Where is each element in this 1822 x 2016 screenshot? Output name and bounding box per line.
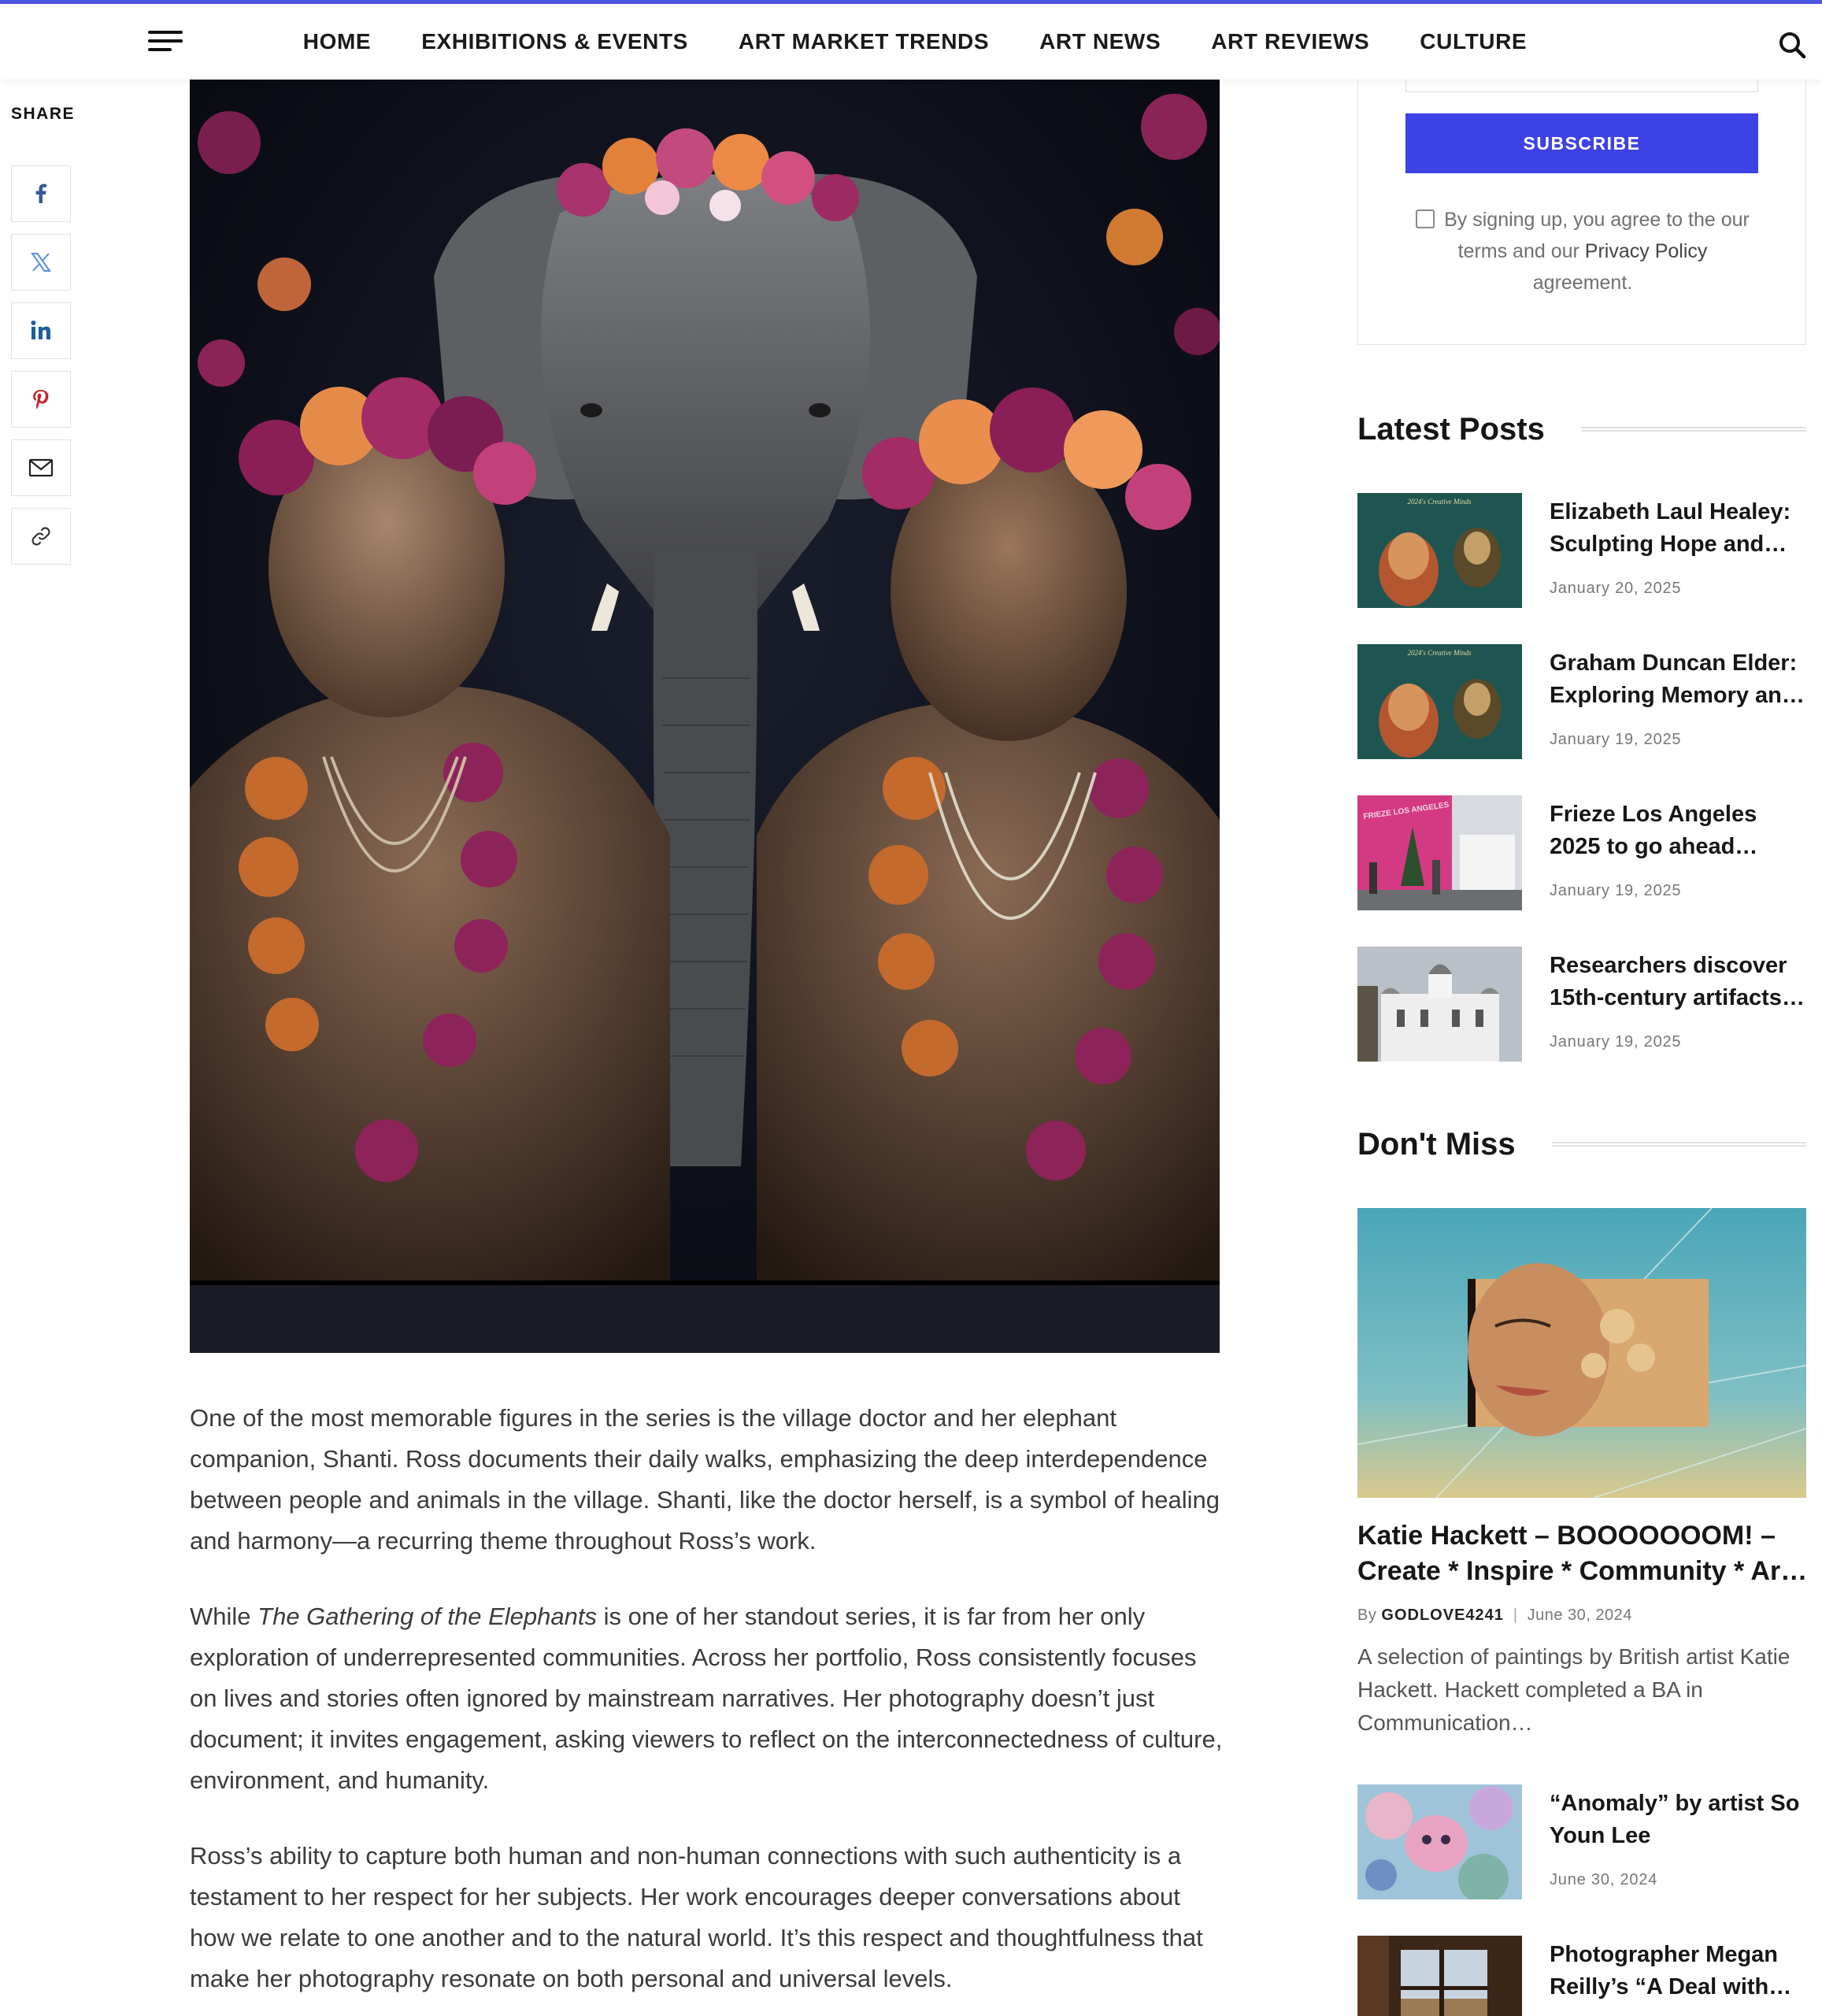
latest-post-item: 2024's Creative Minds Graham Duncan Elde… (1357, 644, 1806, 759)
privacy-policy-link[interactable]: Privacy Policy (1585, 240, 1708, 262)
nav-art-reviews[interactable]: ART REVIEWS (1211, 29, 1369, 54)
heading-rule (1580, 427, 1806, 432)
dont-miss-heading: Don't Miss (1357, 1125, 1806, 1164)
featured-post-excerpt: A selection of paintings by British arti… (1357, 1644, 1791, 1735)
paragraph-rest: is one of her standout series, it is far… (190, 1603, 1223, 1794)
share-pinterest-button[interactable] (11, 371, 71, 428)
featured-post-meta: By GODLOVE4241 | June 30, 2024 (1357, 1606, 1632, 1625)
share-facebook-button[interactable] (11, 165, 71, 222)
article-paragraph: One of the most memorable figures in the… (190, 1404, 1220, 1555)
post-title[interactable]: Elizabeth Laul Healey: Sculpting Hope an… (1550, 496, 1809, 561)
dont-miss-item: “Anomaly” by artist So Youn Lee June 30,… (1357, 1784, 1806, 1899)
post-date: January 19, 2025 (1550, 1033, 1682, 1051)
section-title: Don't Miss (1357, 1126, 1516, 1162)
share-x-button[interactable] (11, 234, 71, 291)
post-date: June 30, 2024 (1527, 1606, 1632, 1624)
agree-text-end: agreement. (1532, 272, 1633, 294)
nav-culture[interactable]: CULTURE (1420, 29, 1527, 54)
post-title[interactable]: Frieze Los Angeles 2025 to go ahead… (1550, 799, 1809, 863)
post-title[interactable]: Graham Duncan Elder: Exploring Memory an… (1550, 647, 1809, 712)
featured-post-image[interactable] (1357, 1208, 1806, 1498)
search-icon[interactable] (1778, 31, 1806, 59)
featured-post-title[interactable]: Katie Hackett – BOOOOOOOM! – Create * In… (1357, 1518, 1814, 1589)
email-icon (28, 458, 54, 477)
post-thumbnail[interactable] (1357, 1784, 1522, 1899)
share-copy-link-button[interactable] (11, 508, 71, 565)
terms-checkbox[interactable] (1416, 209, 1435, 228)
post-title[interactable]: Researchers discover 15th-century artifa… (1550, 950, 1809, 1014)
post-thumbnail[interactable]: 2024's Creative Minds (1357, 644, 1522, 759)
main-menu: HOME EXHIBITIONS & EVENTS ART MARKET TRE… (0, 4, 1822, 80)
post-date: January 20, 2025 (1550, 580, 1682, 597)
post-date: January 19, 2025 (1550, 731, 1682, 748)
article-body: One of the most memorable figures in the… (190, 1398, 1229, 2016)
post-thumbnail[interactable] (1357, 947, 1522, 1062)
post-thumbnail[interactable]: FRIEZE LOS ANGELES (1357, 795, 1522, 910)
byline-prefix: By (1357, 1606, 1377, 1624)
post-thumbnail[interactable]: 2024's Creative Minds (1357, 493, 1522, 608)
link-icon (31, 527, 50, 546)
subscribe-button[interactable]: SUBSCRIBE (1405, 113, 1758, 173)
post-date: June 30, 2024 (1550, 1871, 1658, 1888)
nav-art-news[interactable]: ART NEWS (1039, 29, 1161, 54)
thumbnail-caption: 2024's Creative Minds (1407, 498, 1472, 506)
post-title[interactable]: Photographer Megan Reilly’s “A Deal with… (1550, 1939, 1806, 2003)
heading-rule (1551, 1142, 1806, 1147)
latest-posts-heading: Latest Posts (1357, 410, 1806, 449)
share-linkedin-button[interactable] (11, 302, 71, 359)
latest-post-item: 2024's Creative Minds Elizabeth Laul Hea… (1357, 493, 1806, 608)
top-navigation: HOME EXHIBITIONS & EVENTS ART MARKET TRE… (0, 4, 1822, 80)
dont-miss-item: Photographer Megan Reilly’s “A Deal with… (1357, 1936, 1806, 2016)
latest-post-item: Researchers discover 15th-century artifa… (1357, 947, 1806, 1062)
thumbnail-caption: 2024's Creative Minds (1407, 649, 1472, 657)
linkedin-icon (31, 321, 50, 339)
pinterest-icon (33, 390, 49, 410)
article-hero-image (190, 80, 1220, 1353)
meta-separator: | (1513, 1606, 1518, 1624)
share-label: SHARE (11, 105, 76, 123)
post-author-link[interactable]: GODLOVE4241 (1381, 1606, 1504, 1624)
latest-post-item: FRIEZE LOS ANGELES Frieze Los Angeles 20… (1357, 795, 1806, 910)
newsletter-widget: SUBSCRIBE By signing up, you agree to th… (1357, 47, 1806, 345)
post-date: January 19, 2025 (1550, 882, 1682, 899)
post-thumbnail[interactable] (1357, 1936, 1522, 2016)
nav-art-market-trends[interactable]: ART MARKET TRENDS (739, 29, 989, 54)
nav-home[interactable]: HOME (303, 29, 371, 54)
terms-agreement: By signing up, you agree to the our term… (1405, 204, 1760, 298)
nav-exhibitions-events[interactable]: EXHIBITIONS & EVENTS (421, 29, 688, 54)
paragraph-lead: While (190, 1603, 258, 1630)
section-title: Latest Posts (1357, 411, 1545, 447)
series-title: The Gathering of the Elephants (257, 1603, 597, 1630)
article-paragraph: While The Gathering of the Elephants is … (190, 1596, 1229, 1801)
article-paragraph: Ross’s ability to capture both human and… (190, 1842, 1203, 1992)
x-icon (31, 253, 51, 272)
share-email-button[interactable] (11, 439, 71, 496)
facebook-icon (35, 183, 46, 203)
post-title[interactable]: “Anomaly” by artist So Youn Lee (1550, 1788, 1809, 1852)
